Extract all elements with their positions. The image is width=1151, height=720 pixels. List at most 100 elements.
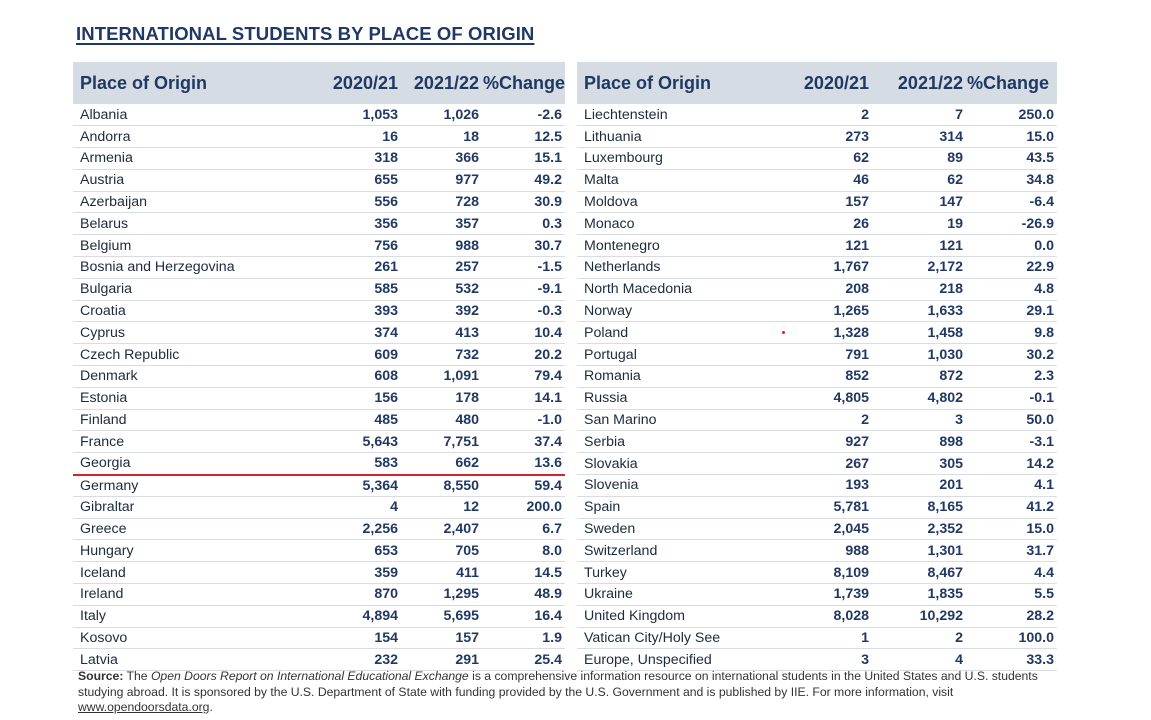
value-2020-21-cell: 121 (777, 234, 872, 258)
value-2020-21-cell: 583 (318, 452, 401, 476)
value-2020-21-cell: 374 (318, 321, 401, 345)
table-row: Ukraine 1,739 1,835 5.5 (577, 583, 1057, 606)
place-cell: Cyprus (73, 321, 318, 345)
place-cell: Slovenia (577, 474, 777, 497)
value-2020-21-cell: 157 (777, 191, 872, 214)
red-dot-mark (782, 331, 785, 334)
header-2021-22: 2021/22 (413, 72, 479, 93)
value-2021-22-cell: 178 (401, 387, 482, 410)
value-2021-22-cell: 19 (872, 212, 966, 236)
place-cell: Estonia (73, 387, 318, 410)
place-cell: Montenegro (577, 234, 777, 258)
value-2020-21-cell: 4 (318, 496, 401, 519)
percent-change-cell: 34.8 (966, 169, 1057, 192)
place-cell: Switzerland (577, 539, 777, 563)
place-cell: Europe, Unspecified (577, 648, 777, 672)
value-2020-21-cell: 2 (777, 409, 872, 432)
table-row: Romania 852 872 2.3 (577, 365, 1057, 388)
value-2021-22-cell: 988 (401, 234, 482, 258)
place-cell: Malta (577, 169, 777, 192)
percent-change-cell: 49.2 (482, 169, 565, 192)
table-row: Gibraltar 4 12 200.0 (73, 496, 565, 519)
table-row: Ireland 870 1,295 48.9 (73, 583, 565, 606)
table-row: Lithuania 273 314 15.0 (577, 125, 1057, 149)
table-row: Europe, Unspecified 3 4 33.3 (577, 648, 1057, 672)
source-link[interactable]: www.opendoorsdata.org (78, 700, 209, 714)
value-2020-21-cell: 5,364 (318, 474, 401, 497)
value-2021-22-cell: 1,458 (872, 321, 966, 345)
value-2021-22-cell: 8,550 (401, 474, 482, 497)
table-row: Monaco 26 19 -26.9 (577, 212, 1057, 236)
table-row: Russia 4,805 4,802 -0.1 (577, 387, 1057, 410)
value-2020-21-cell: 208 (777, 278, 872, 301)
header-2021-22: 2021/22 (897, 72, 963, 93)
percent-change-cell: 9.8 (966, 321, 1057, 345)
percent-change-cell: 0.0 (966, 234, 1057, 258)
value-2021-22-cell: 5,695 (401, 605, 482, 628)
table-row: Germany 5,364 8,550 59.4 (73, 474, 565, 497)
value-2021-22-cell: 314 (872, 125, 966, 149)
header-percent-change: %Change (967, 72, 1050, 93)
place-cell: Belarus (73, 212, 318, 236)
percent-change-cell: 2.3 (966, 365, 1057, 388)
percent-change-cell: 33.3 (966, 648, 1057, 672)
percent-change-cell: -6.4 (966, 191, 1057, 214)
place-cell: Monaco (577, 212, 777, 236)
source-label: Source: (78, 669, 124, 683)
value-2020-21-cell: 1,053 (318, 104, 401, 127)
table-row: Serbia 927 898 -3.1 (577, 430, 1057, 454)
value-2021-22-cell: 532 (401, 278, 482, 301)
value-2021-22-cell: 1,295 (401, 583, 482, 606)
place-cell: Norway (577, 300, 777, 323)
value-2020-21-cell: 585 (318, 278, 401, 301)
percent-change-cell: 30.9 (482, 191, 565, 214)
value-2021-22-cell: 480 (401, 409, 482, 432)
value-2020-21-cell: 1,739 (777, 583, 872, 606)
table-row: Vatican City/Holy See 1 2 100.0 (577, 627, 1057, 650)
value-2020-21-cell: 655 (318, 169, 401, 192)
place-cell: North Macedonia (577, 278, 777, 301)
value-2021-22-cell: 728 (401, 191, 482, 214)
value-2021-22-cell: 218 (872, 278, 966, 301)
place-cell: Russia (577, 387, 777, 410)
table-row: Bulgaria 585 532 -9.1 (73, 278, 565, 301)
place-cell: Finland (73, 409, 318, 432)
table-row: Bosnia and Herzegovina 261 257 -1.5 (73, 256, 565, 279)
value-2020-21-cell: 8,109 (777, 561, 872, 585)
percent-change-cell: 5.5 (966, 583, 1057, 606)
percent-change-cell: -9.1 (482, 278, 565, 301)
header-percent-change: %Change (483, 72, 566, 93)
place-cell: Armenia (73, 147, 318, 170)
value-2021-22-cell: 10,292 (872, 605, 966, 628)
place-cell: Bulgaria (73, 278, 318, 301)
value-2020-21-cell: 1 (777, 627, 872, 650)
value-2021-22-cell: 89 (872, 147, 966, 170)
value-2021-22-cell: 4,802 (872, 387, 966, 410)
value-2021-22-cell: 121 (872, 234, 966, 258)
percent-change-cell: 31.7 (966, 539, 1057, 563)
percent-change-cell: 15.0 (966, 125, 1057, 149)
table-row: Estonia 156 178 14.1 (73, 387, 565, 410)
place-cell: Vatican City/Holy See (577, 627, 777, 650)
place-cell: Ireland (73, 583, 318, 606)
place-cell: Spain (577, 496, 777, 519)
value-2021-22-cell: 305 (872, 452, 966, 476)
header-2020-21: 2020/21 (803, 72, 869, 93)
percent-change-cell: 30.2 (966, 343, 1057, 367)
value-2021-22-cell: 732 (401, 343, 482, 367)
left-table-body: Albania 1,053 1,026 -2.6 Andorra 16 18 12.5 Arme… (73, 104, 565, 672)
table-row: Armenia 318 366 15.1 (73, 147, 565, 170)
place-cell: Gibraltar (73, 496, 318, 519)
value-2021-22-cell: 2,172 (872, 256, 966, 279)
place-cell: Belgium (73, 234, 318, 258)
place-cell: Latvia (73, 648, 318, 672)
percent-change-cell: -26.9 (966, 212, 1057, 236)
place-cell: Liechtenstein (577, 104, 777, 127)
table-row: Netherlands 1,767 2,172 22.9 (577, 256, 1057, 279)
value-2020-21-cell: 393 (318, 300, 401, 323)
table-row: Austria 655 977 49.2 (73, 169, 565, 192)
place-cell: Iceland (73, 561, 318, 585)
percent-change-cell: -1.0 (482, 409, 565, 432)
percent-change-cell: 43.5 (966, 147, 1057, 170)
value-2020-21-cell: 1,767 (777, 256, 872, 279)
